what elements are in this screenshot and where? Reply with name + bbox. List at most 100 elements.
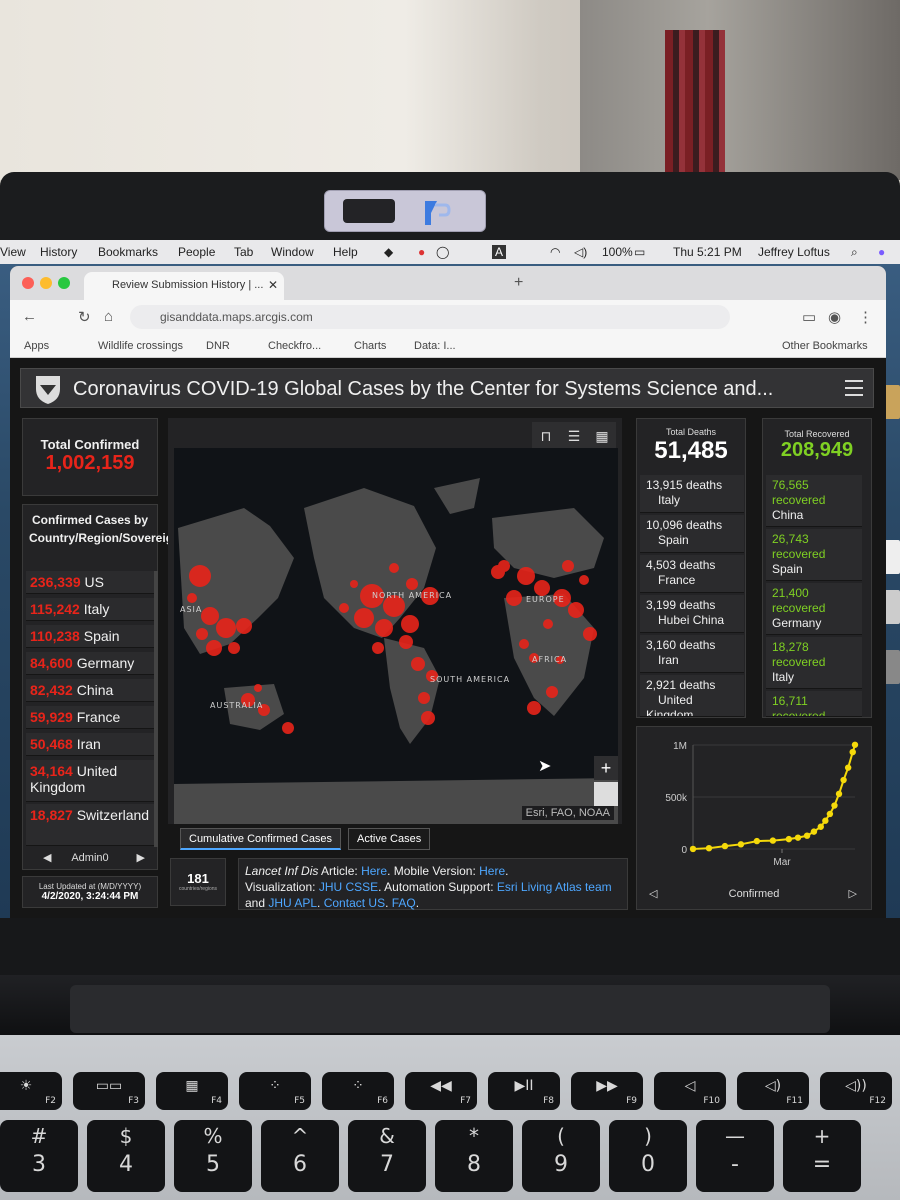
hamburger-menu-icon[interactable] — [845, 380, 863, 396]
list-item[interactable]: 82,432 China — [26, 679, 154, 702]
list-item[interactable]: 2,921 deaths United Kingdom — [640, 675, 744, 717]
profile-avatar[interactable]: ◉ — [828, 308, 841, 326]
list-item[interactable]: 10,096 deaths Spain — [640, 515, 744, 553]
list-item[interactable]: 3,160 deaths Iran — [640, 635, 744, 673]
number-key[interactable]: ) 0 — [609, 1120, 687, 1192]
record-icon[interactable]: ● — [418, 245, 425, 259]
list-item[interactable]: 13,915 deaths Italy — [640, 475, 744, 513]
list-item[interactable]: 59,929 France — [26, 706, 154, 729]
tab-second[interactable] — [292, 276, 492, 296]
menu-history[interactable]: History — [40, 245, 77, 259]
list-item[interactable]: 3,199 deaths Hubei China — [640, 595, 744, 633]
qr-code-icon[interactable]: ▦ — [588, 422, 616, 450]
bookmark-icon[interactable]: ⊓ — [532, 422, 560, 450]
battery-percent[interactable]: 100% — [602, 245, 633, 259]
number-key[interactable]: & 7 — [348, 1120, 426, 1192]
article-link[interactable]: Here — [361, 864, 387, 878]
reload-icon[interactable]: ↻ — [78, 308, 91, 326]
tab-review-submission[interactable]: Review Submission History | ... — [84, 272, 284, 300]
list-icon[interactable]: ☰ — [560, 422, 588, 450]
wifi-icon[interactable]: ◠ — [550, 245, 560, 259]
menu-help[interactable]: Help — [333, 245, 358, 259]
home-icon[interactable]: ⌂ — [104, 308, 113, 325]
browser-menu-icon[interactable]: ⋮ — [858, 308, 873, 326]
function-key[interactable]: ⁘ F5 — [239, 1072, 311, 1110]
next-arrow-icon[interactable]: ▶ — [137, 847, 145, 869]
number-key[interactable]: + = — [783, 1120, 861, 1192]
list-item[interactable]: 21,400 recovered Germany — [766, 583, 862, 635]
maximize-window-icon[interactable] — [58, 277, 70, 289]
list-item[interactable]: 110,238 Spain — [26, 625, 154, 648]
bookmark-checkfro[interactable]: Checkfro... — [268, 340, 321, 352]
function-key[interactable]: ◁)) F12 — [820, 1072, 892, 1110]
list-scrollbar[interactable] — [154, 571, 158, 847]
zoom-in-button[interactable]: + — [594, 756, 618, 780]
function-key[interactable]: ⁘ F6 — [322, 1072, 394, 1110]
cast-icon[interactable]: ▭ — [802, 308, 816, 326]
list-item[interactable]: 26,743 recovered Spain — [766, 529, 862, 581]
menubar-user[interactable]: Jeffrey Loftus — [758, 245, 830, 259]
list-item[interactable]: 34,164 United Kingdom — [26, 760, 154, 802]
number-key[interactable]: (9 — [522, 1120, 600, 1192]
menu-tab[interactable]: Tab — [234, 245, 253, 259]
mobile-version-link[interactable]: Here — [479, 864, 505, 878]
tab-active-cases[interactable]: Active Cases — [348, 828, 431, 850]
list-item[interactable]: 236,339 US — [26, 571, 154, 594]
list-item[interactable]: 50,468 Iran — [26, 733, 154, 756]
bookmark-apps[interactable]: Apps — [24, 340, 49, 352]
url-bar[interactable]: gisanddata.maps.arcgis.com — [130, 305, 730, 329]
number-key[interactable]: #3 — [0, 1120, 78, 1192]
function-key[interactable]: ▶▶ F9 — [571, 1072, 643, 1110]
menubar-clock[interactable]: Thu 5:21 PM — [673, 245, 742, 259]
bookmark-charts[interactable]: Charts — [354, 340, 386, 352]
esri-living-atlas-link[interactable]: Esri Living Atlas team — [497, 880, 612, 894]
bookmark-wildlife[interactable]: Wildlife crossings — [98, 340, 183, 352]
jhu-apl-link[interactable]: JHU APL — [268, 896, 317, 910]
list-item[interactable]: 18,827 Switzerland — [26, 804, 154, 846]
list-item[interactable]: 18,278 recovered Italy — [766, 637, 862, 689]
function-key[interactable]: ▭▭ F3 — [73, 1072, 145, 1110]
number-key[interactable]: $4 — [87, 1120, 165, 1192]
list-item[interactable]: 76,565 recovered China — [766, 475, 862, 527]
volume-icon[interactable]: ◁) — [574, 245, 587, 259]
adobe-icon[interactable]: A — [492, 245, 507, 259]
function-key[interactable]: ▦ F4 — [156, 1072, 228, 1110]
world-map-panel[interactable]: ⊓ ☰ ▦ ASIA NORTH AMERICA EUROPE AFRICA S… — [168, 418, 622, 824]
contact-us-link[interactable]: Contact US — [324, 896, 385, 910]
number-key[interactable]: ^ 6 — [261, 1120, 339, 1192]
menu-window[interactable]: Window — [271, 245, 314, 259]
function-key[interactable]: ◀◀ F7 — [405, 1072, 477, 1110]
dropbox-icon[interactable]: ◆ — [384, 245, 393, 259]
jhu-csse-link[interactable]: JHU CSSE — [319, 880, 378, 894]
list-item[interactable]: 4,503 deaths France — [640, 555, 744, 593]
next-arrow-icon[interactable]: ▷ — [849, 883, 857, 905]
prev-arrow-icon[interactable]: ◀ — [43, 847, 51, 869]
battery-icon[interactable]: ▭ — [634, 245, 645, 259]
bookmark-data[interactable]: Data: I... — [414, 340, 456, 352]
menu-view[interactable]: View — [0, 245, 26, 259]
function-key[interactable]: ☀ F2 — [0, 1072, 62, 1110]
new-tab-icon[interactable]: + — [514, 274, 523, 292]
number-key[interactable]: * 8 — [435, 1120, 513, 1192]
zoom-out-button[interactable] — [594, 782, 618, 806]
siri-icon[interactable]: ● — [878, 245, 885, 259]
prev-arrow-icon[interactable]: ◁ — [649, 883, 657, 905]
function-key[interactable]: ◁) F11 — [737, 1072, 809, 1110]
tab-close-icon[interactable]: ✕ — [268, 278, 278, 292]
number-key[interactable]: — - — [696, 1120, 774, 1192]
faq-link[interactable]: FAQ — [392, 896, 416, 910]
list-item[interactable]: 16,711 recovered — [766, 691, 862, 717]
bookmark-other[interactable]: Other Bookmarks — [782, 340, 868, 352]
number-key[interactable]: % 5 — [174, 1120, 252, 1192]
minimize-window-icon[interactable] — [40, 277, 52, 289]
bookmark-dnr[interactable]: DNR — [206, 340, 230, 352]
close-window-icon[interactable] — [22, 277, 34, 289]
tab-cumulative-confirmed[interactable]: Cumulative Confirmed Cases — [180, 828, 342, 850]
menu-people[interactable]: People — [178, 245, 215, 259]
list-item[interactable]: 84,600 Germany — [26, 652, 154, 675]
back-icon[interactable]: ← — [22, 308, 37, 325]
spotlight-icon[interactable]: ⌕ — [851, 245, 858, 260]
list-item[interactable]: 115,242 Italy — [26, 598, 154, 621]
function-key[interactable]: ◁ F10 — [654, 1072, 726, 1110]
circle-icon[interactable]: ◯ — [436, 245, 449, 259]
